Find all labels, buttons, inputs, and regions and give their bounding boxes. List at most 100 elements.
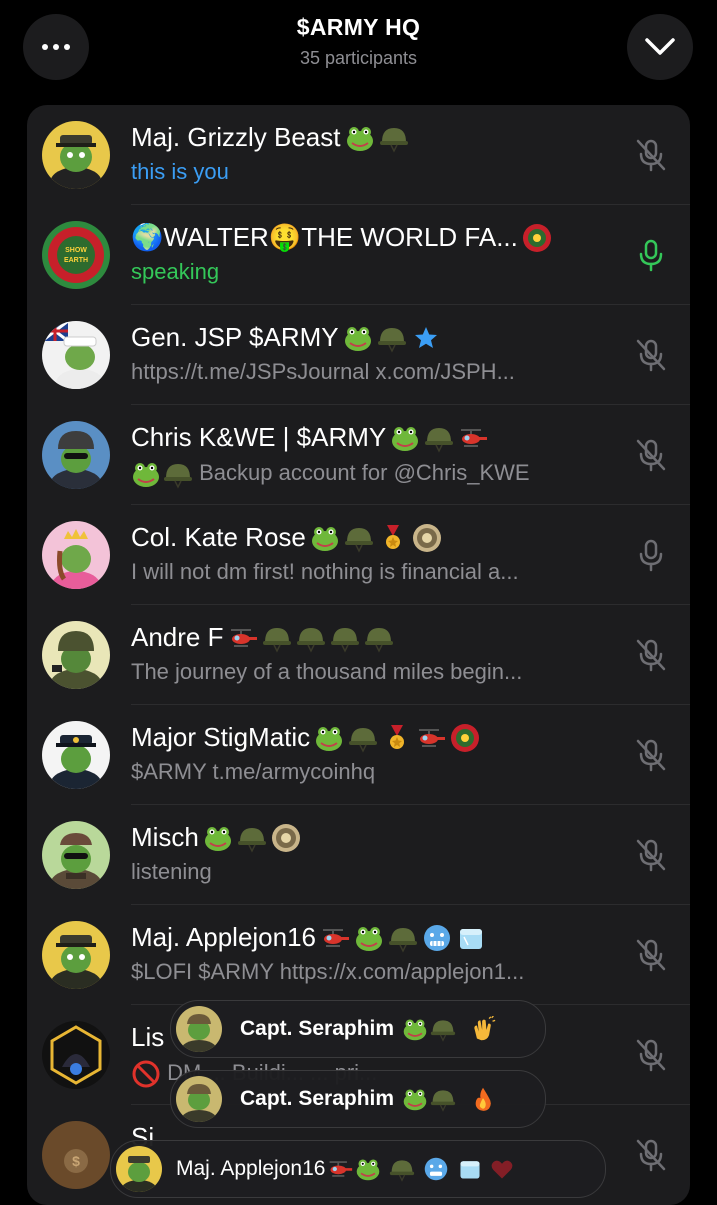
participant-row[interactable]: Maj. Grizzly Beast this is you	[27, 105, 690, 205]
avatar	[42, 921, 110, 989]
helmet-icon	[344, 523, 374, 553]
participant-row[interactable]: Col. Kate Rose I will not dm first! noth…	[27, 505, 690, 605]
helmet-icon	[163, 459, 193, 489]
chat-title: $ARMY HQ	[296, 14, 421, 40]
ice-icon	[457, 1156, 483, 1182]
helmet-icon	[262, 623, 292, 653]
reaction-sender-name: Capt. Seraphim	[240, 1087, 395, 1110]
top-bar: $ARMY HQ 35 participants	[0, 0, 717, 100]
cold-face-icon	[423, 1156, 449, 1182]
mic-icon[interactable]	[633, 537, 669, 573]
helmet-icon	[364, 623, 394, 653]
reaction-sender-name: Capt. Seraphim	[240, 1017, 395, 1040]
ice-icon	[456, 923, 486, 953]
frog-icon	[402, 1086, 428, 1112]
participant-name: Maj. Grizzly Beast	[131, 122, 409, 153]
avatar	[116, 1146, 162, 1192]
frog-icon	[345, 123, 375, 153]
helmet-icon	[424, 423, 454, 453]
clap-icon	[470, 1015, 496, 1042]
avatar	[176, 1006, 222, 1052]
avatar	[42, 121, 110, 189]
participant-name: Andre F	[131, 622, 394, 653]
avatar	[42, 521, 110, 589]
avatar	[42, 821, 110, 889]
badge-icon	[412, 523, 442, 553]
participant-status: speaking	[131, 259, 220, 284]
participant-row[interactable]: SHOW EARTH 🌍WALTER🤑THE WORLD FA... speaki…	[27, 205, 690, 305]
helmet-icon	[430, 1086, 456, 1112]
frog-icon	[355, 1156, 381, 1182]
participant-status: https://t.me/JSPsJournal x.com/JSPH...	[131, 359, 515, 384]
participant-status: The journey of a thousand miles begin...	[131, 659, 523, 684]
participant-status: $LOFI $ARMY https://x.com/applejon1...	[131, 959, 525, 984]
avatar: $	[42, 1121, 110, 1189]
chevron-down-icon	[645, 38, 675, 55]
muted-mic-icon[interactable]	[633, 137, 669, 173]
participant-row[interactable]: Gen. JSP $ARMY https://t.me/JSPsJournal …	[27, 305, 690, 405]
participant-row[interactable]: Chris K&WE | $ARMY Backup account for @C…	[27, 405, 690, 505]
frog-icon	[203, 823, 233, 853]
avatar	[42, 721, 110, 789]
helmet-icon	[237, 823, 267, 853]
participant-name: Chris K&WE | $ARMY	[131, 422, 488, 453]
muted-mic-icon[interactable]	[633, 737, 669, 773]
heart-icon	[489, 1156, 515, 1182]
collapse-button[interactable]	[627, 14, 693, 80]
frog-icon	[354, 923, 384, 953]
reaction-toast: Maj. Applejon16	[110, 1140, 606, 1198]
svg-text:SHOW: SHOW	[65, 247, 87, 254]
participant-status: this is you	[131, 159, 229, 184]
frog-icon	[131, 459, 161, 489]
avatar	[176, 1076, 222, 1122]
participant-status: I will not dm first! nothing is financia…	[131, 559, 519, 584]
helicopter-icon	[320, 923, 350, 953]
muted-mic-icon[interactable]	[633, 337, 669, 373]
svg-text:$: $	[72, 1153, 80, 1169]
speaking-mic-icon[interactable]	[633, 237, 669, 273]
fire-icon	[470, 1086, 496, 1112]
medal-icon	[378, 523, 408, 553]
avatar	[42, 1021, 110, 1089]
frog-icon	[310, 523, 340, 553]
avatar	[42, 321, 110, 389]
muted-mic-icon[interactable]	[633, 1137, 669, 1173]
helmet-icon	[330, 623, 360, 653]
muted-mic-icon[interactable]	[633, 837, 669, 873]
muted-mic-icon[interactable]	[633, 937, 669, 973]
badge-icon	[522, 223, 552, 253]
frog-icon	[343, 323, 373, 353]
avatar	[42, 421, 110, 489]
participant-row[interactable]: Maj. Applejon16 $LOFI $ARMY https://x.co…	[27, 905, 690, 1005]
participant-name: Maj. Applejon16	[131, 922, 486, 953]
svg-text:EARTH: EARTH	[64, 257, 88, 264]
participant-name: Major StigMatic	[131, 722, 480, 753]
helicopter-icon	[416, 723, 446, 753]
muted-mic-icon[interactable]	[633, 1037, 669, 1073]
participant-row[interactable]: Major StigMatic $ARMY t.me/armycoinhq	[27, 705, 690, 805]
frog-icon	[402, 1016, 428, 1042]
participant-name: Misch	[131, 822, 301, 853]
no-entry-icon	[131, 1059, 161, 1089]
participant-status: Backup account for @Chris_KWE	[131, 459, 530, 489]
participant-row[interactable]: Andre F The journey of a thousand miles …	[27, 605, 690, 705]
reaction-sender-name: Maj. Applejon16	[176, 1157, 326, 1180]
avatar	[42, 621, 110, 689]
status-text: Backup account for @Chris_KWE	[199, 459, 530, 485]
helmet-icon	[296, 623, 326, 653]
participant-status: $ARMY t.me/armycoinhq	[131, 759, 376, 784]
badge-icon	[450, 723, 480, 753]
reaction-toast: Capt. Seraphim	[170, 1000, 546, 1058]
participant-row[interactable]: Misch listening	[27, 805, 690, 905]
helicopter-icon	[458, 423, 488, 453]
helmet-icon	[379, 123, 409, 153]
helmet-icon	[348, 723, 378, 753]
muted-mic-icon[interactable]	[633, 637, 669, 673]
helmet-icon	[430, 1016, 456, 1042]
star-icon	[411, 323, 441, 353]
participant-name: 🌍WALTER🤑THE WORLD FA...	[131, 222, 552, 253]
participant-status: listening	[131, 859, 212, 884]
medal-icon	[382, 723, 412, 753]
muted-mic-icon[interactable]	[633, 437, 669, 473]
frog-icon	[390, 423, 420, 453]
